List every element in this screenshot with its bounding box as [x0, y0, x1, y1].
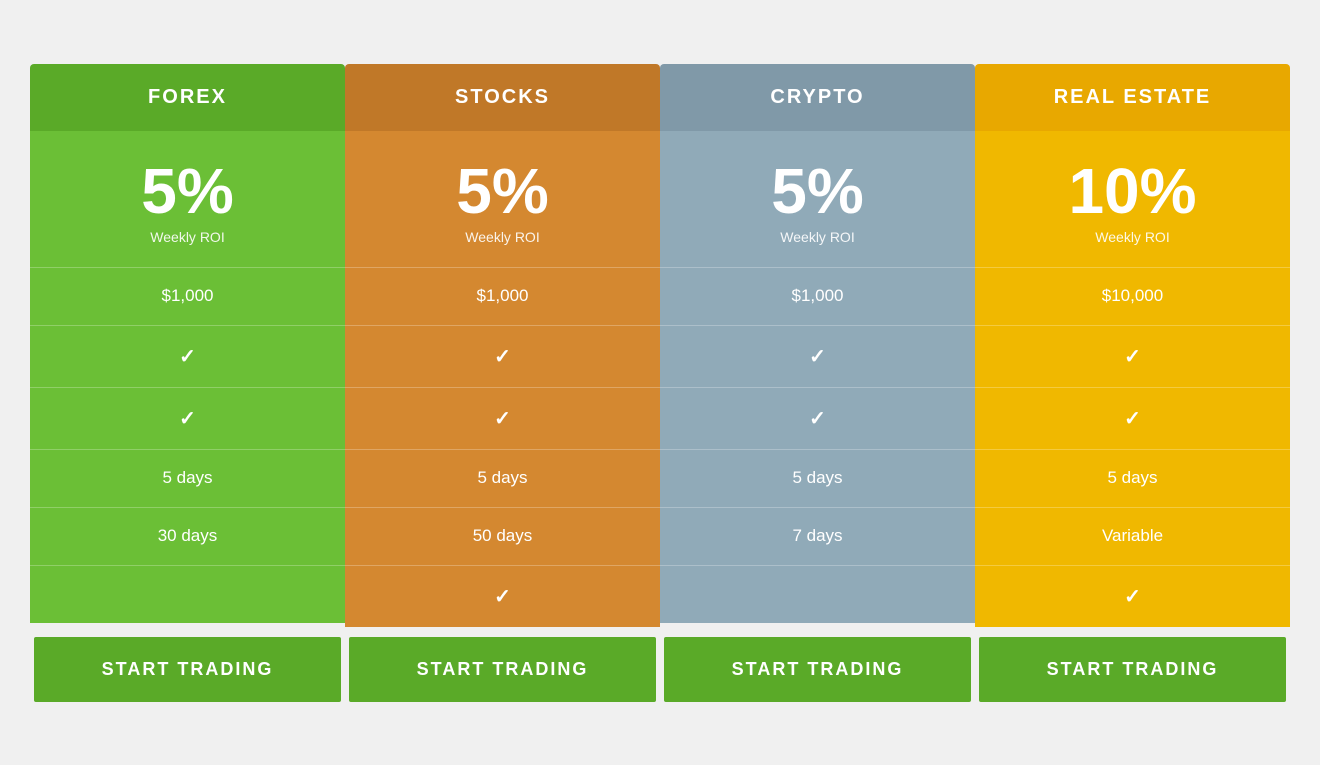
min-investment-stocks: $1,000 — [345, 267, 660, 325]
card-roi-stocks: 5% Weekly ROI — [345, 131, 660, 267]
check3-icon-stocks: ✓ — [494, 584, 511, 609]
check1-icon-realestate: ✓ — [1124, 344, 1141, 369]
days1-stocks: 5 days — [345, 449, 660, 507]
roi-label-stocks: Weekly ROI — [355, 229, 650, 245]
roi-percent-forex: 5% — [40, 159, 335, 223]
roi-percent-stocks: 5% — [355, 159, 650, 223]
check2-crypto: ✓ — [660, 387, 975, 449]
start-trading-button-forex[interactable]: START TRADING — [34, 637, 341, 702]
days1-crypto: 5 days — [660, 449, 975, 507]
check1-icon-forex: ✓ — [179, 344, 196, 369]
min-investment-crypto: $1,000 — [660, 267, 975, 325]
check2-forex: ✓ — [30, 387, 345, 449]
check3-stocks: ✓ — [345, 565, 660, 627]
check3-realestate: ✓ — [975, 565, 1290, 627]
days1-forex: 5 days — [30, 449, 345, 507]
buttons-row: START TRADINGSTART TRADINGSTART TRADINGS… — [30, 637, 1290, 702]
check2-icon-forex: ✓ — [179, 406, 196, 431]
check1-icon-crypto: ✓ — [809, 344, 826, 369]
start-trading-button-stocks[interactable]: START TRADING — [349, 637, 656, 702]
days2-forex: 30 days — [30, 507, 345, 565]
min-investment-realestate: $10,000 — [975, 267, 1290, 325]
days2-crypto: 7 days — [660, 507, 975, 565]
roi-percent-realestate: 10% — [985, 159, 1280, 223]
days2-realestate: Variable — [975, 507, 1290, 565]
check3-crypto — [660, 565, 975, 623]
card-header-forex: FOREX — [30, 64, 345, 131]
roi-label-forex: Weekly ROI — [40, 229, 335, 245]
check3-forex — [30, 565, 345, 623]
card-header-stocks: STOCKS — [345, 64, 660, 131]
check2-icon-realestate: ✓ — [1124, 406, 1141, 431]
pricing-container: FOREX 5% Weekly ROI $1,000 ✓ ✓ 5 days 30… — [30, 64, 1290, 702]
check1-forex: ✓ — [30, 325, 345, 387]
card-roi-crypto: 5% Weekly ROI — [660, 131, 975, 267]
start-trading-button-realestate[interactable]: START TRADING — [979, 637, 1286, 702]
card-roi-forex: 5% Weekly ROI — [30, 131, 345, 267]
check1-icon-stocks: ✓ — [494, 344, 511, 369]
card-header-realestate: REAL ESTATE — [975, 64, 1290, 131]
roi-percent-crypto: 5% — [670, 159, 965, 223]
card-realestate: REAL ESTATE 10% Weekly ROI $10,000 ✓ ✓ 5… — [975, 64, 1290, 627]
days1-realestate: 5 days — [975, 449, 1290, 507]
check1-crypto: ✓ — [660, 325, 975, 387]
roi-label-crypto: Weekly ROI — [670, 229, 965, 245]
card-roi-realestate: 10% Weekly ROI — [975, 131, 1290, 267]
check1-stocks: ✓ — [345, 325, 660, 387]
check2-icon-crypto: ✓ — [809, 406, 826, 431]
check2-realestate: ✓ — [975, 387, 1290, 449]
card-crypto: CRYPTO 5% Weekly ROI $1,000 ✓ ✓ 5 days 7… — [660, 64, 975, 627]
card-stocks: STOCKS 5% Weekly ROI $1,000 ✓ ✓ 5 days 5… — [345, 64, 660, 627]
cards-row: FOREX 5% Weekly ROI $1,000 ✓ ✓ 5 days 30… — [30, 64, 1290, 627]
card-header-crypto: CRYPTO — [660, 64, 975, 131]
days2-stocks: 50 days — [345, 507, 660, 565]
check1-realestate: ✓ — [975, 325, 1290, 387]
check3-icon-realestate: ✓ — [1124, 584, 1141, 609]
check2-stocks: ✓ — [345, 387, 660, 449]
start-trading-button-crypto[interactable]: START TRADING — [664, 637, 971, 702]
card-forex: FOREX 5% Weekly ROI $1,000 ✓ ✓ 5 days 30… — [30, 64, 345, 627]
check2-icon-stocks: ✓ — [494, 406, 511, 431]
min-investment-forex: $1,000 — [30, 267, 345, 325]
roi-label-realestate: Weekly ROI — [985, 229, 1280, 245]
